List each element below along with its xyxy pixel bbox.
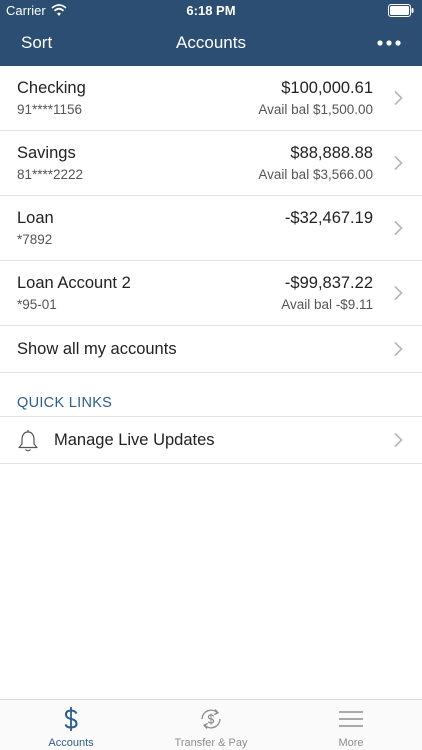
tab-label: Transfer & Pay [174, 737, 248, 749]
account-balance: -$99,837.22 [284, 274, 373, 292]
tab-bar: Accounts Transfer & Pay More [0, 699, 422, 750]
status-bar: Carrier 6:18 PM [0, 0, 422, 22]
quick-links-header: QUICK LINKS [0, 373, 422, 417]
more-dots-icon[interactable] [376, 34, 402, 52]
accounts-list: Checking 91****1156 $100,000.61 Avail ba… [0, 66, 422, 464]
show-all-accounts-row[interactable]: Show all my accounts [0, 326, 422, 373]
account-number: *7892 [17, 232, 53, 247]
bell-icon [18, 430, 38, 452]
section-title: QUICK LINKS [17, 395, 113, 411]
account-number: 81****2222 [17, 167, 84, 182]
battery-icon [388, 4, 414, 17]
account-name: Savings [17, 144, 76, 162]
account-name: Loan Account 2 [17, 274, 131, 292]
hamburger-icon [339, 711, 363, 727]
navigation-bar: Sort Accounts [0, 22, 422, 66]
show-all-label: Show all my accounts [17, 340, 177, 358]
tab-transfer-pay[interactable]: Transfer & Pay [141, 700, 281, 750]
tab-more[interactable]: More [281, 700, 421, 750]
account-row-loan[interactable]: Loan *7892 -$32,467.19 [0, 196, 422, 261]
chevron-right-icon [394, 341, 403, 357]
account-row-checking[interactable]: Checking 91****1156 $100,000.61 Avail ba… [0, 66, 422, 131]
sort-button[interactable]: Sort [21, 33, 52, 53]
available-balance: Avail bal $1,500.00 [258, 102, 373, 117]
chevron-right-icon [394, 220, 403, 236]
app-header: Carrier 6:18 PM Sort Accounts [0, 0, 422, 66]
chevron-right-icon [394, 90, 403, 106]
tab-label: More [338, 737, 364, 749]
account-row-savings[interactable]: Savings 81****2222 $88,888.88 Avail bal … [0, 131, 422, 196]
transfer-icon [201, 709, 221, 729]
tab-label: Accounts [48, 737, 94, 749]
account-balance: $88,888.88 [290, 144, 373, 162]
carrier-label: Carrier [6, 3, 46, 18]
available-balance: Avail bal -$9.11 [281, 297, 373, 312]
dollar-icon [64, 707, 78, 731]
account-row-loan-account-2[interactable]: Loan Account 2 *95-01 -$99,837.22 Avail … [0, 261, 422, 326]
account-number: *95-01 [17, 297, 57, 312]
account-name: Loan [17, 209, 54, 227]
account-name: Checking [17, 79, 86, 97]
account-balance: $100,000.61 [281, 79, 373, 97]
page-title: Accounts [176, 33, 246, 52]
tab-accounts[interactable]: Accounts [1, 700, 141, 750]
available-balance: Avail bal $3,566.00 [258, 167, 373, 182]
account-number: 91****1156 [17, 102, 83, 117]
quick-link-manage-live-updates[interactable]: Manage Live Updates [0, 417, 422, 464]
account-balance: -$32,467.19 [284, 209, 373, 227]
quick-link-label: Manage Live Updates [54, 431, 215, 449]
chevron-right-icon [394, 432, 403, 448]
wifi-icon [51, 4, 67, 16]
chevron-right-icon [394, 155, 403, 171]
chevron-right-icon [394, 285, 403, 301]
